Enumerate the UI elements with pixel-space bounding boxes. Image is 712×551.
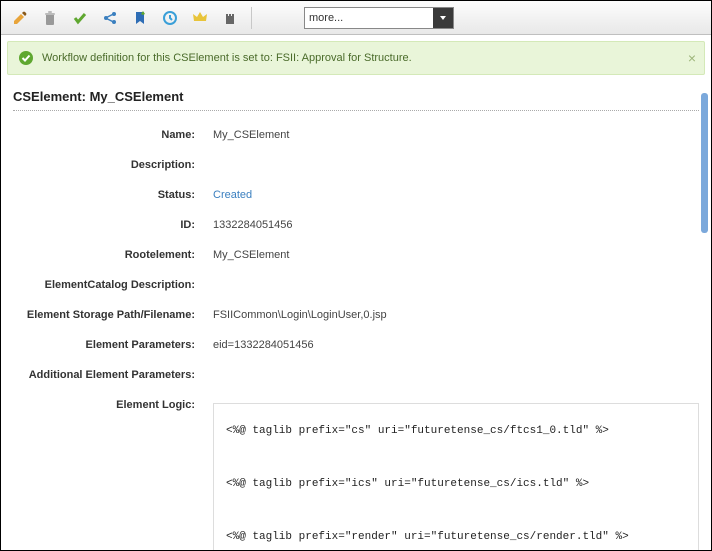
description-label: Description: [13, 159, 213, 171]
logic-label: Element Logic: [13, 399, 213, 411]
edit-icon[interactable] [7, 5, 33, 31]
id-label: ID: [13, 219, 213, 231]
success-icon [18, 50, 34, 66]
field-logic: Element Logic: <%@ taglib prefix="cs" ur… [13, 399, 699, 550]
more-dropdown[interactable]: more... [304, 7, 454, 29]
chevron-down-icon [433, 8, 453, 28]
notice-bar: Workflow definition for this CSElement i… [7, 41, 705, 75]
scrollbar-thumb[interactable] [701, 93, 708, 233]
field-description: Description: [13, 159, 699, 171]
content-area: CSElement: My_CSElement Name: My_CSEleme… [1, 75, 711, 550]
field-storage: Element Storage Path/Filename: FSIICommo… [13, 309, 699, 321]
params-value: eid=1332284051456 [213, 339, 314, 351]
toolbar: more... [1, 1, 711, 35]
storage-value: FSIICommon\Login\LoginUser,0.jsp [213, 309, 387, 321]
name-value: My_CSElement [213, 129, 289, 141]
share-icon[interactable] [97, 5, 123, 31]
field-name: Name: My_CSElement [13, 129, 699, 141]
field-rootelement: Rootelement: My_CSElement [13, 249, 699, 261]
notice-text: Workflow definition for this CSElement i… [42, 52, 412, 64]
name-label: Name: [13, 129, 213, 141]
root-label: Rootelement: [13, 249, 213, 261]
tower-icon[interactable] [217, 5, 243, 31]
addparams-label: Additional Element Parameters: [13, 369, 213, 381]
params-label: Element Parameters: [13, 339, 213, 351]
delete-icon[interactable] [37, 5, 63, 31]
more-dropdown-label: more... [309, 12, 343, 24]
approve-icon[interactable] [67, 5, 93, 31]
status-label: Status: [13, 189, 213, 201]
bookmark-icon[interactable] [127, 5, 153, 31]
root-value: My_CSElement [213, 249, 289, 261]
field-params: Element Parameters: eid=1332284051456 [13, 339, 699, 351]
crown-icon[interactable] [187, 5, 213, 31]
toolbar-separator [251, 7, 252, 29]
history-icon[interactable] [157, 5, 183, 31]
field-id: ID: 1332284051456 [13, 219, 699, 231]
catalog-label: ElementCatalog Description: [13, 279, 213, 291]
field-catalog: ElementCatalog Description: [13, 279, 699, 291]
status-value[interactable]: Created [213, 189, 252, 201]
id-value: 1332284051456 [213, 219, 293, 231]
storage-label: Element Storage Path/Filename: [13, 309, 213, 321]
divider [13, 110, 699, 111]
field-addparams: Additional Element Parameters: [13, 369, 699, 381]
field-status: Status: Created [13, 189, 699, 201]
logic-value: <%@ taglib prefix="cs" uri="futuretense_… [213, 403, 699, 550]
page-title: CSElement: My_CSElement [13, 89, 699, 104]
close-icon[interactable]: × [688, 50, 696, 66]
